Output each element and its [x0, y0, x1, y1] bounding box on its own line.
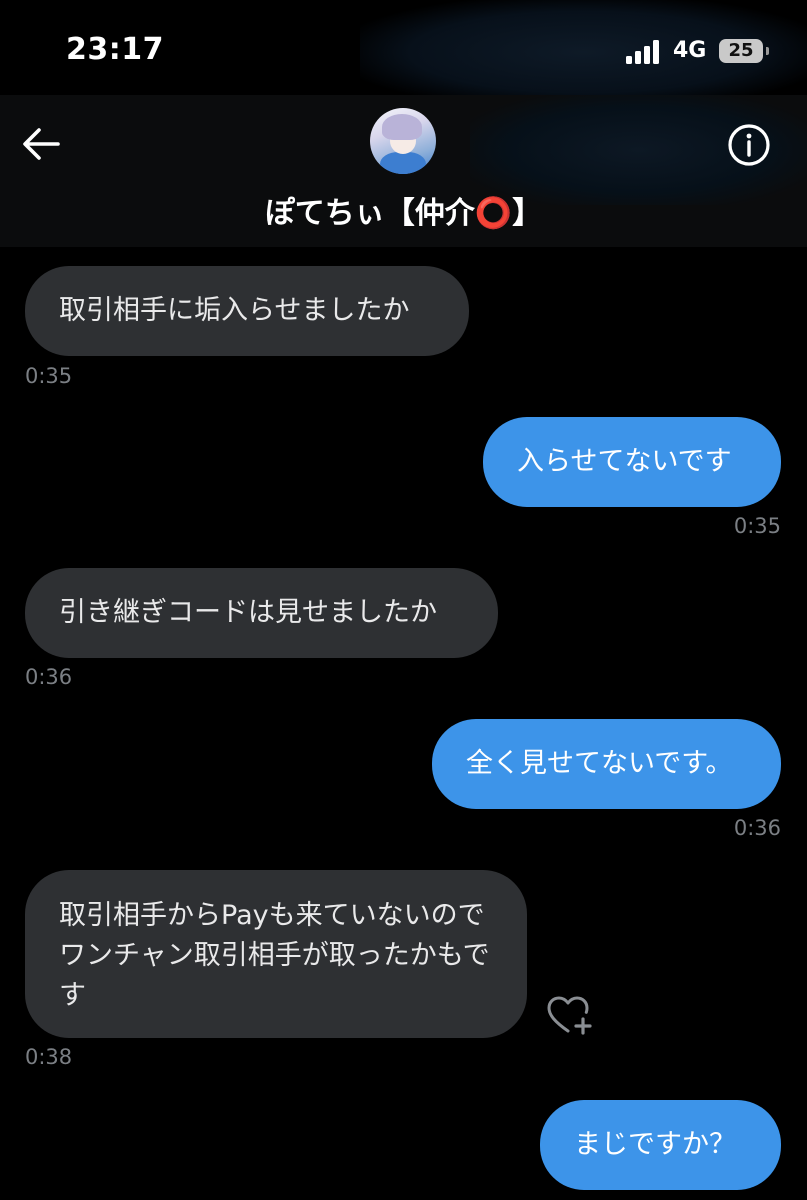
message-text: 入らせてないです — [517, 446, 732, 477]
message-timestamp: 0:38 — [25, 1045, 73, 1069]
message-text: 取引相手からPayも来ていないのでワンチャン取引相手が取ったかもです — [59, 900, 490, 1011]
info-circle-icon[interactable] — [726, 122, 772, 168]
status-bar: 23:17 4G 25 — [0, 0, 807, 100]
message-bubble-incoming[interactable]: 引き継ぎコードは見せましたか — [25, 568, 498, 658]
contact-name[interactable]: ぽてちぃ【仲介⭕️】 — [0, 188, 807, 232]
message-bubble-incoming[interactable]: 取引相手からPayも来ていないのでワンチャン取引相手が取ったかもです — [25, 870, 527, 1038]
signal-icon — [626, 40, 662, 64]
contact-avatar[interactable] — [370, 108, 436, 174]
message-text: 引き継ぎコードは見せましたか — [59, 597, 437, 628]
message-bubble-outgoing[interactable]: 入らせてないです — [483, 417, 781, 507]
message-bubble-outgoing[interactable]: 全く見せてないです。 — [432, 719, 781, 809]
battery-icon: 25 — [719, 39, 769, 63]
heart-add-icon[interactable] — [547, 996, 593, 1036]
message-bubble-incoming[interactable]: 取引相手に垢入らせましたか — [25, 266, 469, 356]
message-text: 全く見せてないです。 — [466, 748, 733, 779]
message-text: まじですか？ — [574, 1129, 736, 1160]
conversation-header: ぽてちぃ【仲介⭕️】 — [0, 95, 807, 247]
message-timestamp: 0:36 — [733, 816, 781, 840]
message-timestamp: 0:35 — [25, 364, 73, 388]
message-timestamp: 0:35 — [733, 514, 781, 538]
network-type: 4G — [673, 38, 707, 63]
arrow-left-icon[interactable] — [20, 123, 62, 165]
status-time: 23:17 — [66, 32, 164, 67]
message-bubble-outgoing[interactable]: まじですか？ — [540, 1100, 781, 1190]
message-timestamp: 0:36 — [25, 665, 73, 689]
message-text: 取引相手に垢入らせましたか — [59, 295, 410, 326]
